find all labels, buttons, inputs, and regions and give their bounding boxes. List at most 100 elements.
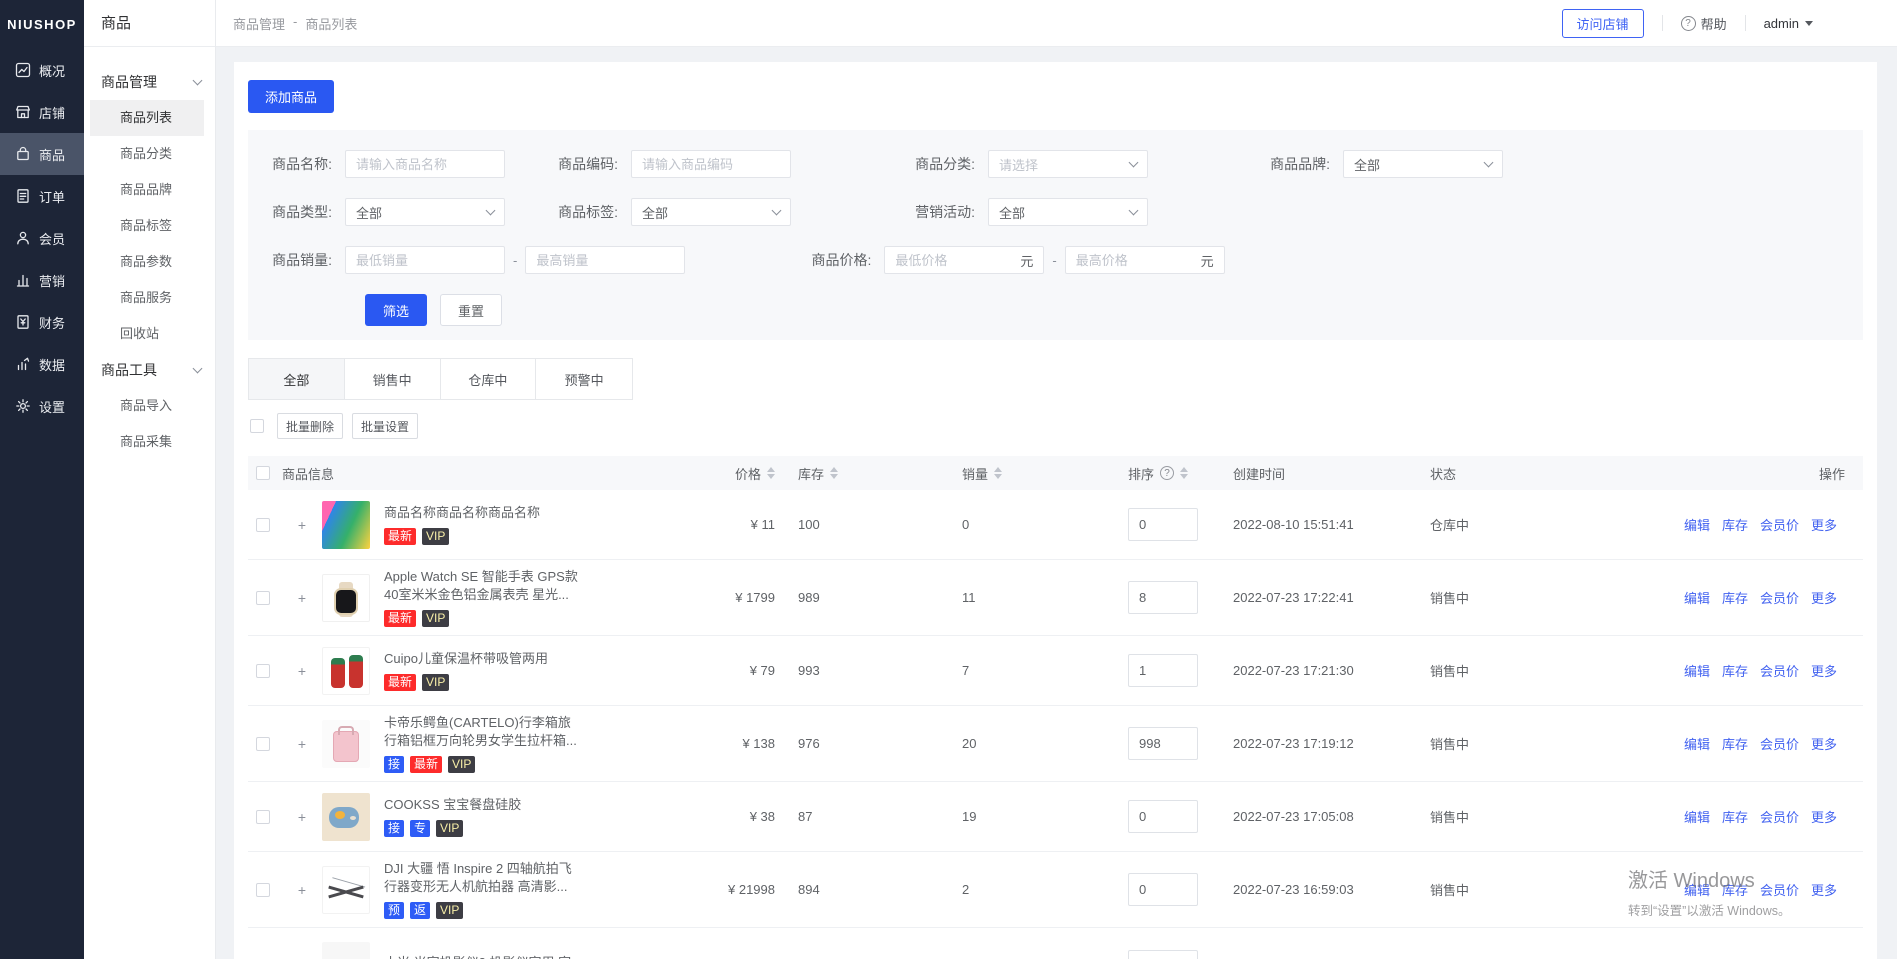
created-time: 2022-07-23 17:19:12 [1233,736,1416,751]
tab-销售中[interactable]: 销售中 [345,359,441,399]
tab-预警中[interactable]: 预警中 [536,359,632,399]
sort-input[interactable] [1128,873,1198,906]
action-member-price-link[interactable]: 会员价 [1760,807,1799,826]
row-checkbox[interactable] [256,664,270,678]
column-header[interactable]: 价格 [702,463,775,483]
brand-select[interactable]: 全部 [1343,150,1503,178]
action-more-link[interactable]: 更多 [1811,588,1837,607]
action-stock-link[interactable]: 库存 [1722,807,1748,826]
action-more-link[interactable]: 更多 [1811,880,1837,899]
batch-settings-button[interactable]: 批量设置 [352,413,418,439]
action-edit-link[interactable]: 编辑 [1684,588,1710,607]
select-all-checkbox[interactable] [250,419,264,433]
action-edit-link[interactable]: 编辑 [1684,515,1710,534]
action-edit-link[interactable]: 编辑 [1684,734,1710,753]
max-price-input[interactable] [1076,253,1201,268]
row-checkbox[interactable] [256,737,270,751]
sort-input[interactable] [1128,654,1198,687]
filter-reset-button[interactable]: 重置 [440,294,502,326]
submenu-item[interactable]: 商品分类 [90,136,204,172]
expand-row-toggle[interactable]: + [296,882,308,898]
action-member-price-link[interactable]: 会员价 [1760,880,1799,899]
sidebar-item-finance[interactable]: 财务 [0,301,84,343]
min-price-input[interactable] [895,253,1020,268]
sidebar-item-shop[interactable]: 店铺 [0,91,84,133]
submenu-item[interactable]: 商品服务 [90,280,204,316]
action-stock-link[interactable]: 库存 [1722,661,1748,680]
submenu-group[interactable]: 商品管理 [84,64,215,100]
submenu-item[interactable]: 商品品牌 [90,172,204,208]
sidebar-item-orders[interactable]: 订单 [0,175,84,217]
tab-仓库中[interactable]: 仓库中 [441,359,537,399]
breadcrumb-section[interactable]: 商品管理 [233,14,285,33]
column-header[interactable]: 销量 [962,463,1114,483]
sort-input[interactable] [1128,727,1198,760]
help-link[interactable]: ? 帮助 [1681,14,1727,33]
add-product-button[interactable]: 添加商品 [248,80,334,113]
row-checkbox[interactable] [256,810,270,824]
row-actions: 编辑库存会员价更多 [1580,807,1863,826]
action-stock-link[interactable]: 库存 [1722,515,1748,534]
sort-input[interactable] [1128,581,1198,614]
sort-arrows-icon[interactable] [830,463,838,483]
expand-row-toggle[interactable]: + [296,517,308,533]
sidebar-item-overview[interactable]: 概况 [0,49,84,91]
sort-arrows-icon[interactable] [767,463,775,483]
activity-select[interactable]: 全部 [988,198,1148,226]
sidebar-item-marketing[interactable]: 营销 [0,259,84,301]
product-code-input[interactable] [631,150,791,178]
sidebar-item-settings[interactable]: 设置 [0,385,84,427]
sort-input[interactable] [1128,950,1198,959]
action-more-link[interactable]: 更多 [1811,661,1837,680]
product-name-input[interactable] [345,150,505,178]
sort-input[interactable] [1128,800,1198,833]
action-edit-link[interactable]: 编辑 [1684,807,1710,826]
sort-arrows-icon[interactable] [994,463,1002,483]
submenu-item[interactable]: 商品列表 [90,100,204,136]
type-select[interactable]: 全部 [345,198,505,226]
category-select[interactable]: 请选择 [988,150,1148,178]
action-member-price-link[interactable]: 会员价 [1760,588,1799,607]
submenu-item[interactable]: 回收站 [90,316,204,352]
filter-submit-button[interactable]: 筛选 [365,294,427,326]
expand-row-toggle[interactable]: + [296,736,308,752]
sidebar-item-data[interactable]: 数据 [0,343,84,385]
action-member-price-link[interactable]: 会员价 [1760,661,1799,680]
action-edit-link[interactable]: 编辑 [1684,661,1710,680]
action-member-price-link[interactable]: 会员价 [1760,734,1799,753]
sort-arrows-icon[interactable] [1180,463,1188,483]
action-stock-link[interactable]: 库存 [1722,880,1748,899]
submenu-group[interactable]: 商品工具 [84,352,215,388]
column-header[interactable]: 库存 [798,463,948,483]
tag-select[interactable]: 全部 [631,198,791,226]
sidebar-item-members[interactable]: 会员 [0,217,84,259]
column-header[interactable]: 排序? [1128,463,1219,483]
sidebar-item-goods[interactable]: 商品 [0,133,84,175]
visit-shop-button[interactable]: 访问店铺 [1562,9,1644,38]
help-icon[interactable]: ? [1160,466,1174,480]
action-more-link[interactable]: 更多 [1811,515,1837,534]
row-checkbox[interactable] [256,591,270,605]
action-stock-link[interactable]: 库存 [1722,588,1748,607]
tab-全部[interactable]: 全部 [249,359,345,399]
expand-row-toggle[interactable]: + [296,663,308,679]
sort-input[interactable] [1128,508,1198,541]
action-edit-link[interactable]: 编辑 [1684,880,1710,899]
action-stock-link[interactable]: 库存 [1722,734,1748,753]
submenu-item[interactable]: 商品参数 [90,244,204,280]
action-more-link[interactable]: 更多 [1811,807,1837,826]
row-checkbox[interactable] [256,883,270,897]
submenu-item[interactable]: 商品标签 [90,208,204,244]
min-sales-input[interactable] [345,246,505,274]
submenu-item[interactable]: 商品采集 [90,424,204,460]
max-sales-input[interactable] [525,246,685,274]
submenu-item[interactable]: 商品导入 [90,388,204,424]
batch-delete-button[interactable]: 批量删除 [277,413,343,439]
action-member-price-link[interactable]: 会员价 [1760,515,1799,534]
expand-row-toggle[interactable]: + [296,809,308,825]
row-checkbox[interactable] [256,518,270,532]
action-more-link[interactable]: 更多 [1811,734,1837,753]
user-menu[interactable]: admin [1764,16,1813,31]
header-checkbox[interactable] [256,466,270,480]
expand-row-toggle[interactable]: + [296,590,308,606]
